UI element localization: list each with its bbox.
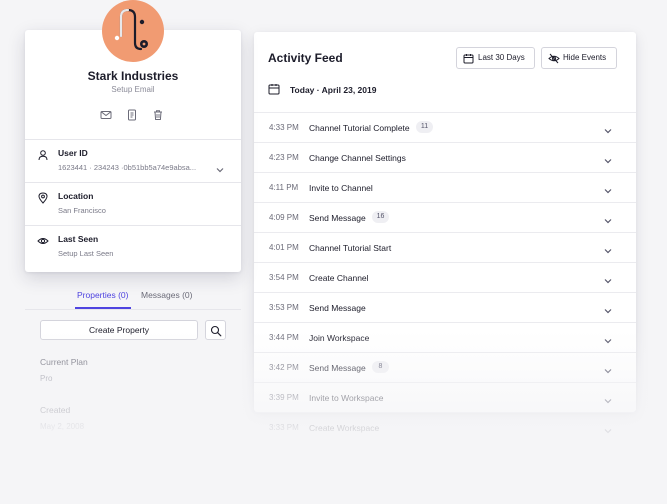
attribute-label: User ID — [58, 148, 88, 158]
search-button[interactable] — [205, 320, 226, 340]
event-row[interactable]: 3:44 PM Join Workspace — [254, 322, 636, 352]
chevron-down-icon[interactable] — [603, 183, 613, 194]
event-name: Create Workspace — [309, 423, 380, 433]
chevron-down-icon[interactable] — [215, 162, 225, 173]
chevron-down-icon[interactable] — [603, 393, 613, 404]
event-time: 3:33 PM — [269, 423, 299, 432]
chevron-down-icon[interactable] — [603, 243, 613, 254]
attribute-label: Location — [58, 191, 94, 201]
eye-off-icon — [548, 53, 560, 64]
chevron-down-icon[interactable] — [603, 123, 613, 134]
activity-feed-panel: Activity Feed Last 30 Days Hide Events T… — [254, 32, 636, 434]
property-value: Pro — [40, 374, 53, 383]
event-row[interactable]: 3:53 PM Send Message — [254, 292, 636, 322]
avatar — [102, 0, 164, 62]
event-name: Join Workspace — [309, 333, 370, 343]
chevron-down-icon[interactable] — [603, 423, 613, 434]
chevron-down-icon[interactable] — [603, 333, 613, 344]
property-created: Created May 2, 2008 — [40, 405, 84, 431]
event-row[interactable]: 4:33 PM Channel Tutorial Complete 11 — [254, 112, 636, 142]
attribute-value: Setup Last Seen — [58, 249, 114, 258]
property-label: Current Plan — [40, 357, 88, 367]
event-time: 3:39 PM — [269, 393, 299, 402]
date-range-button[interactable]: Last 30 Days — [456, 47, 535, 69]
event-name: Change Channel Settings — [309, 153, 406, 163]
location-pin-icon — [37, 191, 49, 204]
attribute-value: 1623441 · 234243 ·0b51bb5a74e9absa... — [58, 163, 197, 172]
user-icon — [37, 148, 49, 161]
event-time: 3:54 PM — [269, 273, 299, 282]
event-name: Channel Tutorial Complete — [309, 123, 410, 133]
property-value: May 2, 2008 — [40, 422, 85, 431]
event-name: Channel Tutorial Start — [309, 243, 392, 253]
setup-email-link[interactable]: Setup Email — [25, 85, 241, 94]
event-time: 4:01 PM — [269, 243, 299, 252]
chevron-down-icon[interactable] — [603, 363, 613, 374]
chevron-down-icon[interactable] — [603, 213, 613, 224]
property-label: Created — [40, 405, 71, 415]
event-time: 3:53 PM — [269, 303, 299, 312]
user-id-attribute[interactable]: User ID 1623441 · 234243 ·0b51bb5a74e9ab… — [25, 140, 241, 182]
tab-properties[interactable]: Properties (0) — [77, 290, 129, 300]
event-name: Send Message — [309, 363, 366, 373]
profile-actions — [98, 108, 168, 122]
create-property-button[interactable]: Create Property — [40, 320, 198, 340]
location-attribute: Location San Francisco — [25, 183, 241, 225]
eye-icon — [37, 234, 49, 246]
event-count-badge: 11 — [416, 121, 433, 133]
last-seen-attribute: Last Seen Setup Last Seen — [25, 226, 241, 268]
feed-title: Activity Feed — [268, 51, 343, 65]
event-time: 4:11 PM — [269, 183, 299, 192]
event-time: 3:44 PM — [269, 333, 299, 342]
event-count-badge: 16 — [372, 211, 389, 223]
trash-icon[interactable] — [152, 108, 166, 122]
event-name: Create Channel — [309, 273, 369, 283]
event-name: Invite to Channel — [309, 183, 373, 193]
event-time: 4:33 PM — [269, 123, 299, 132]
event-row[interactable]: 3:39 PM Invite to Workspace — [254, 382, 636, 412]
event-name: Invite to Workspace — [309, 393, 384, 403]
company-name: Stark Industries — [87, 69, 179, 83]
event-name: Send Message — [309, 213, 366, 223]
event-row[interactable]: 4:11 PM Invite to Channel — [254, 172, 636, 202]
event-row[interactable]: 4:09 PM Send Message 16 — [254, 202, 636, 232]
event-row[interactable]: 3:42 PM Send Message 8 — [254, 352, 636, 382]
property-current-plan: Current Plan Pro — [40, 357, 88, 383]
calendar-icon — [268, 84, 280, 95]
event-time: 3:42 PM — [269, 363, 299, 372]
event-row[interactable]: 3:54 PM Create Channel — [254, 262, 636, 292]
chevron-down-icon[interactable] — [603, 303, 613, 314]
profile-card: Stark Industries Setup Email User ID 162… — [25, 0, 241, 272]
date-range-label: Last 30 Days — [478, 53, 525, 62]
chevron-down-icon[interactable] — [603, 153, 613, 164]
event-row[interactable]: 4:23 PM Change Channel Settings — [254, 142, 636, 172]
event-row[interactable]: 3:33 PM Create Workspace — [254, 412, 636, 442]
date-label: Today · April 23, 2019 — [290, 85, 377, 95]
hide-events-label: Hide Events — [563, 53, 607, 62]
chevron-down-icon[interactable] — [603, 273, 613, 284]
profile-panel: Stark Industries Setup Email User ID 162… — [25, 0, 241, 504]
calendar-icon — [463, 54, 474, 64]
event-count-badge: 8 — [372, 361, 389, 373]
attribute-value: San Francisco — [58, 206, 106, 215]
attribute-label: Last Seen — [58, 234, 99, 244]
event-time: 4:23 PM — [269, 153, 299, 162]
event-row[interactable]: 4:01 PM Channel Tutorial Start — [254, 232, 636, 262]
search-icon — [210, 325, 222, 337]
tab-messages[interactable]: Messages (0) — [141, 290, 193, 300]
profile-tabs: Properties (0) Messages (0) — [25, 290, 241, 310]
company-logo-icon — [114, 8, 148, 51]
divider — [25, 309, 241, 310]
event-name: Send Message — [309, 303, 366, 313]
hide-events-button[interactable]: Hide Events — [541, 47, 617, 69]
document-icon[interactable] — [126, 108, 140, 122]
event-time: 4:09 PM — [269, 213, 299, 222]
email-icon[interactable] — [100, 108, 114, 122]
